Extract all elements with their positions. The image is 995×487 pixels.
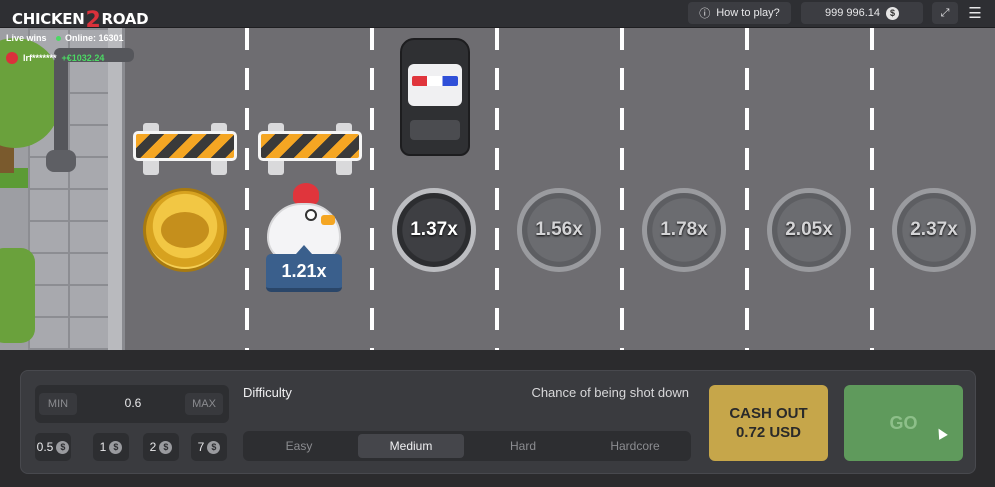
lane-divider [370,28,374,350]
live-wins-panel: Live wins Online: 16301 lrf******* +€103… [0,28,140,68]
quick-bet-chip[interactable]: 1 $ [93,433,129,461]
cash-out-button[interactable]: CASH OUT 0.72 USD [709,385,828,461]
difficulty-label: Difficulty [243,385,292,400]
winner-name: lrf******* [23,53,57,63]
difficulty-selector: Easy Medium Hard Hardcore [243,431,691,461]
menu-button[interactable]: ☰ [964,2,986,24]
win-amount: +€1032.24 [61,53,105,63]
dollar-coin-icon: $ [56,440,70,454]
lane-divider [870,28,874,350]
bet-amount-input[interactable]: 0.6 [95,396,171,410]
lane-divider [745,28,749,350]
balance-display: 999 996.14 $ [801,2,923,24]
bush [0,248,35,343]
difficulty-hard[interactable]: Hard [470,434,576,458]
live-wins-label: Live wins [6,33,47,43]
lane-multiplier-next[interactable]: 1.37x [392,188,476,272]
road-barrier [133,123,237,175]
go-button[interactable]: GO [844,385,963,461]
road-barrier [258,123,362,175]
difficulty-medium[interactable]: Medium [358,434,464,458]
avatar [6,52,18,64]
balance-value: 999 996.14 [824,7,881,19]
lane-multiplier: 2.37x [892,188,976,272]
police-car [400,38,470,156]
chance-label: Chance of being shot down [531,385,689,400]
bet-min-button[interactable]: MIN [39,393,77,415]
fullscreen-icon: ⤢ [940,6,950,19]
lane-divider [245,28,249,350]
curb [108,28,125,350]
top-bar: CHICKEN2ROAD ⓘ How to play? 999 996.14 $… [0,0,995,33]
dollar-coin-icon: $ [886,6,900,20]
road-scene: 1.37x 1.56x 1.78x 2.05x 2.37x [0,28,995,350]
current-multiplier-tag: 1.21x [266,245,342,292]
fullscreen-button[interactable]: ⤢ [932,2,958,24]
difficulty-easy[interactable]: Easy [246,434,352,458]
how-to-play-label: How to play? [716,7,780,19]
bet-control-panel: MIN 0.6 MAX 0.5 $ 1 $ 2 $ 7 $ Difficulty Cha… [20,370,976,474]
lane-multiplier: 2.05x [767,188,851,272]
lane-multiplier: 1.56x [517,188,601,272]
quick-bet-chip[interactable]: 7 $ [191,433,227,461]
quick-bet-chip[interactable]: 2 $ [143,433,179,461]
online-count: Online: 16301 [56,33,124,43]
lane-divider [620,28,624,350]
bet-amount-box: MIN 0.6 MAX [35,385,229,423]
dollar-coin-icon: $ [109,440,123,454]
street-lamp-base [46,150,76,172]
dollar-coin-icon: $ [207,440,221,454]
game-logo: CHICKEN2ROAD [12,8,149,33]
how-to-play-button[interactable]: ⓘ How to play? [688,2,791,24]
difficulty-hardcore[interactable]: Hardcore [582,434,688,458]
live-win-entry: lrf******* +€1032.24 [6,52,104,64]
lane-multiplier: 1.78x [642,188,726,272]
lane-divider [495,28,499,350]
info-icon: ⓘ [699,8,711,20]
menu-icon: ☰ [968,5,982,22]
bet-max-button[interactable]: MAX [185,393,223,415]
coin-icon [143,188,227,272]
dollar-coin-icon: $ [159,440,173,454]
quick-bet-chip[interactable]: 0.5 $ [35,433,71,461]
